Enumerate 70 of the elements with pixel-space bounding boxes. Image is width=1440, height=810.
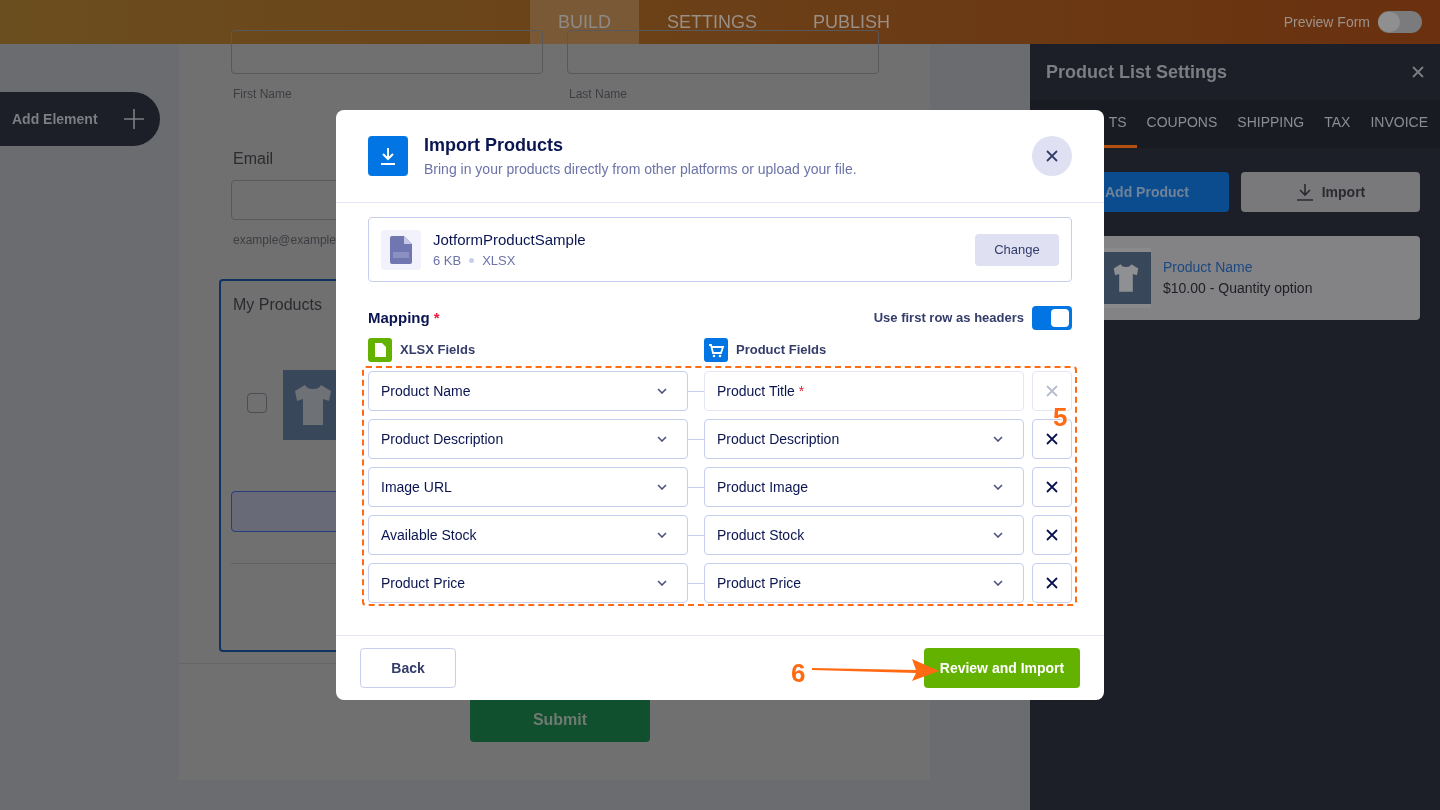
file-name: JotformProductSample <box>433 229 586 250</box>
chevron-down-icon <box>657 484 667 490</box>
chevron-down-icon <box>657 580 667 586</box>
dialog-subtitle: Bring in your products directly from other platforms or upload your file. <box>424 160 857 179</box>
chevron-down-icon <box>993 484 1003 490</box>
remove-button[interactable] <box>1032 515 1072 555</box>
import-button[interactable]: Import <box>1241 172 1420 212</box>
preview-form-label: Preview Form <box>1283 12 1370 32</box>
review-import-button[interactable]: Review and Import <box>924 648 1080 688</box>
column-heading: Product Fields <box>736 341 827 360</box>
product-field: Product Title * <box>704 371 1024 411</box>
panel-tab[interactable]: COUPONS <box>1136 100 1228 148</box>
file-size: 6 KB <box>433 252 462 270</box>
email-label: Email <box>233 149 273 169</box>
chevron-down-icon <box>657 388 667 394</box>
chevron-down-icon <box>993 436 1003 442</box>
back-button[interactable]: Back <box>360 648 456 688</box>
close-icon <box>1046 577 1058 589</box>
top-tab[interactable]: SETTINGS <box>639 0 786 44</box>
source-field-select[interactable]: Product Price <box>368 563 688 603</box>
chevron-down-icon <box>993 532 1003 538</box>
headers-toggle[interactable] <box>1032 306 1072 330</box>
chevron-down-icon <box>657 436 667 442</box>
close-icon <box>1046 433 1058 445</box>
chevron-down-icon <box>657 532 667 538</box>
download-icon <box>368 136 408 176</box>
change-button[interactable]: Change <box>975 233 1059 266</box>
input-field[interactable] <box>567 30 879 74</box>
top-tab[interactable]: PUBLISH <box>785 0 919 44</box>
input-field[interactable] <box>231 30 543 74</box>
panel-tab[interactable]: TAX <box>1314 100 1361 148</box>
source-field-select[interactable]: Product Name <box>368 371 688 411</box>
close-icon <box>1046 385 1058 397</box>
panel-title: Product List Settings <box>1046 60 1227 84</box>
product-detail: $10.00 - Quantity option <box>1163 279 1313 298</box>
preview-toggle[interactable] <box>1378 11 1422 33</box>
remove-button[interactable] <box>1032 467 1072 507</box>
source-field-select[interactable]: Image URL <box>368 467 688 507</box>
close-icon <box>1046 529 1058 541</box>
close-icon[interactable] <box>1412 66 1424 78</box>
close-icon <box>1046 150 1058 162</box>
panel-tab[interactable]: INVOICE <box>1360 100 1438 148</box>
panel-tab[interactable]: SHIPPING <box>1227 100 1315 148</box>
mapping-label: Mapping * <box>368 307 440 328</box>
add-element-button[interactable]: Add Element <box>0 92 160 146</box>
close-icon <box>1046 481 1058 493</box>
chevron-down-icon <box>993 580 1003 586</box>
column-heading: XLSX Fields <box>400 341 476 360</box>
product-list-title: My Products <box>233 295 322 315</box>
checkbox[interactable] <box>247 393 267 413</box>
source-field-select[interactable]: Available Stock <box>368 515 688 555</box>
dialog-title: Import Products <box>424 134 564 157</box>
plus-icon <box>124 109 144 129</box>
step-number: 6 <box>791 657 806 690</box>
close-button[interactable] <box>1032 136 1072 176</box>
t-shirt-icon <box>293 383 333 427</box>
step-number: 5 <box>1053 401 1068 434</box>
remove-button[interactable] <box>1032 563 1072 603</box>
cart-icon <box>704 338 728 362</box>
file-type: XLSX <box>482 252 516 270</box>
xlsx-file-icon <box>368 338 392 362</box>
product-field-select[interactable]: Product Stock <box>704 515 1024 555</box>
t-shirt-icon <box>1112 263 1140 293</box>
toggle-label: Use first row as headers <box>873 309 1024 328</box>
csv-file-icon <box>381 229 421 270</box>
download-icon <box>1295 183 1314 201</box>
product-field-select[interactable]: Product Description <box>704 419 1024 459</box>
product-field-select[interactable]: Product Image <box>704 467 1024 507</box>
product-field-select[interactable]: Product Price <box>704 563 1024 603</box>
source-field-select[interactable]: Product Description <box>368 419 688 459</box>
